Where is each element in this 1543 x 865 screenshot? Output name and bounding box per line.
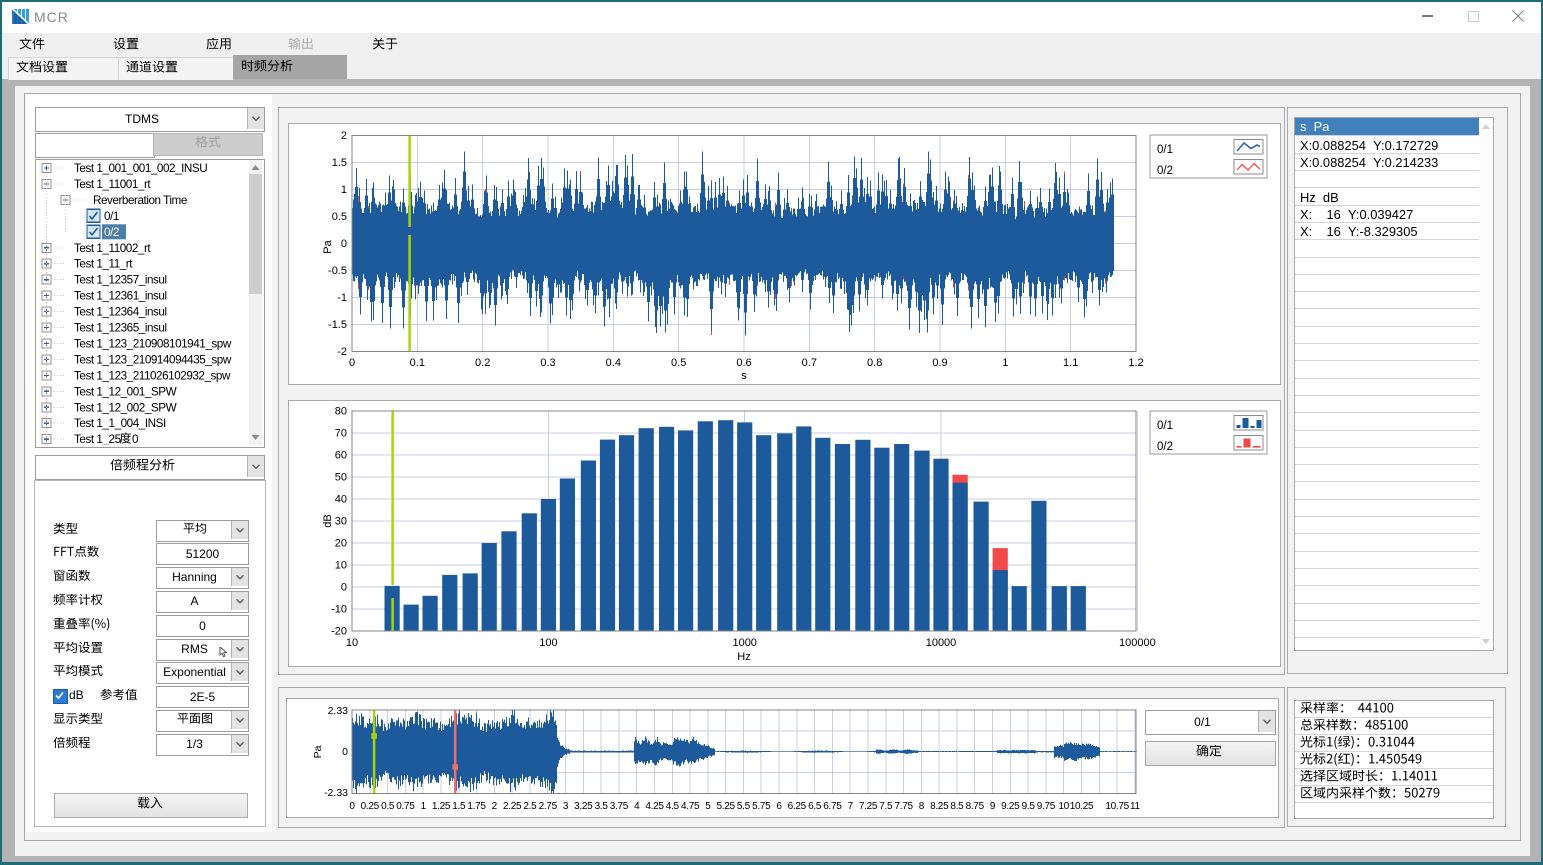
svg-text:Test 1_12_001_SPW: Test 1_12_001_SPW [74,385,177,398]
svg-text:0: 0 [341,582,347,594]
svg-text:50: 50 [335,472,347,484]
svg-text:80: 80 [335,406,347,418]
svg-text:0/2: 0/2 [1157,441,1173,453]
svg-text:30: 30 [335,516,347,528]
svg-text:Test 1_12365_insul: Test 1_12365_insul [74,322,167,335]
svg-text:Test 1_25: Test 1_25 [74,433,122,445]
svg-text:Test 1_12361_insul: Test 1_12361_insul [74,290,167,303]
svg-text:100: 100 [539,637,557,649]
svg-text:1000: 1000 [732,637,756,649]
svg-text:0/1: 0/1 [1157,420,1173,432]
svg-text:100000: 100000 [1119,637,1156,649]
svg-text:Test 1_11002_rt: Test 1_11002_rt [74,242,151,255]
svg-text:Test 1_12_002_SPW: Test 1_12_002_SPW [74,401,177,414]
svg-text:10000: 10000 [926,637,957,649]
svg-text:40: 40 [335,494,347,506]
svg-text:Test 1_11001_rt: Test 1_11001_rt [74,178,151,191]
svg-text:0/2: 0/2 [104,226,119,239]
svg-text:Test 1_12357_insul: Test 1_12357_insul [74,274,167,287]
svg-text:-10: -10 [331,604,347,616]
svg-text:70: 70 [335,428,347,440]
svg-text:0: 0 [132,433,139,445]
svg-text:Test 1_001_001_002_INSU: Test 1_001_001_002_INSU [74,162,207,175]
svg-text:Test 1_123_210914094435_spw: Test 1_123_210914094435_spw [74,353,232,366]
svg-text:Reverberation Time: Reverberation Time [93,194,187,207]
svg-text:0/1: 0/1 [104,210,119,223]
svg-text:-20: -20 [331,626,347,638]
svg-text:Test 1_1_004_INSI: Test 1_1_004_INSI [74,417,166,430]
svg-text:Test 1_12364_insul: Test 1_12364_insul [74,306,167,319]
svg-text:Test 1_123_210908101941_spw: Test 1_123_210908101941_spw [74,337,232,350]
svg-text:Test 1_11_rt: Test 1_11_rt [74,258,133,271]
svg-text:Test 1_123_211026102932_spw: Test 1_123_211026102932_spw [74,369,231,382]
svg-text:10: 10 [335,560,347,572]
svg-text:60: 60 [335,450,347,462]
svg-text:Hz: Hz [737,651,750,663]
svg-text:20: 20 [335,538,347,550]
svg-text:dB: dB [322,514,334,527]
svg-text:10: 10 [346,637,358,649]
